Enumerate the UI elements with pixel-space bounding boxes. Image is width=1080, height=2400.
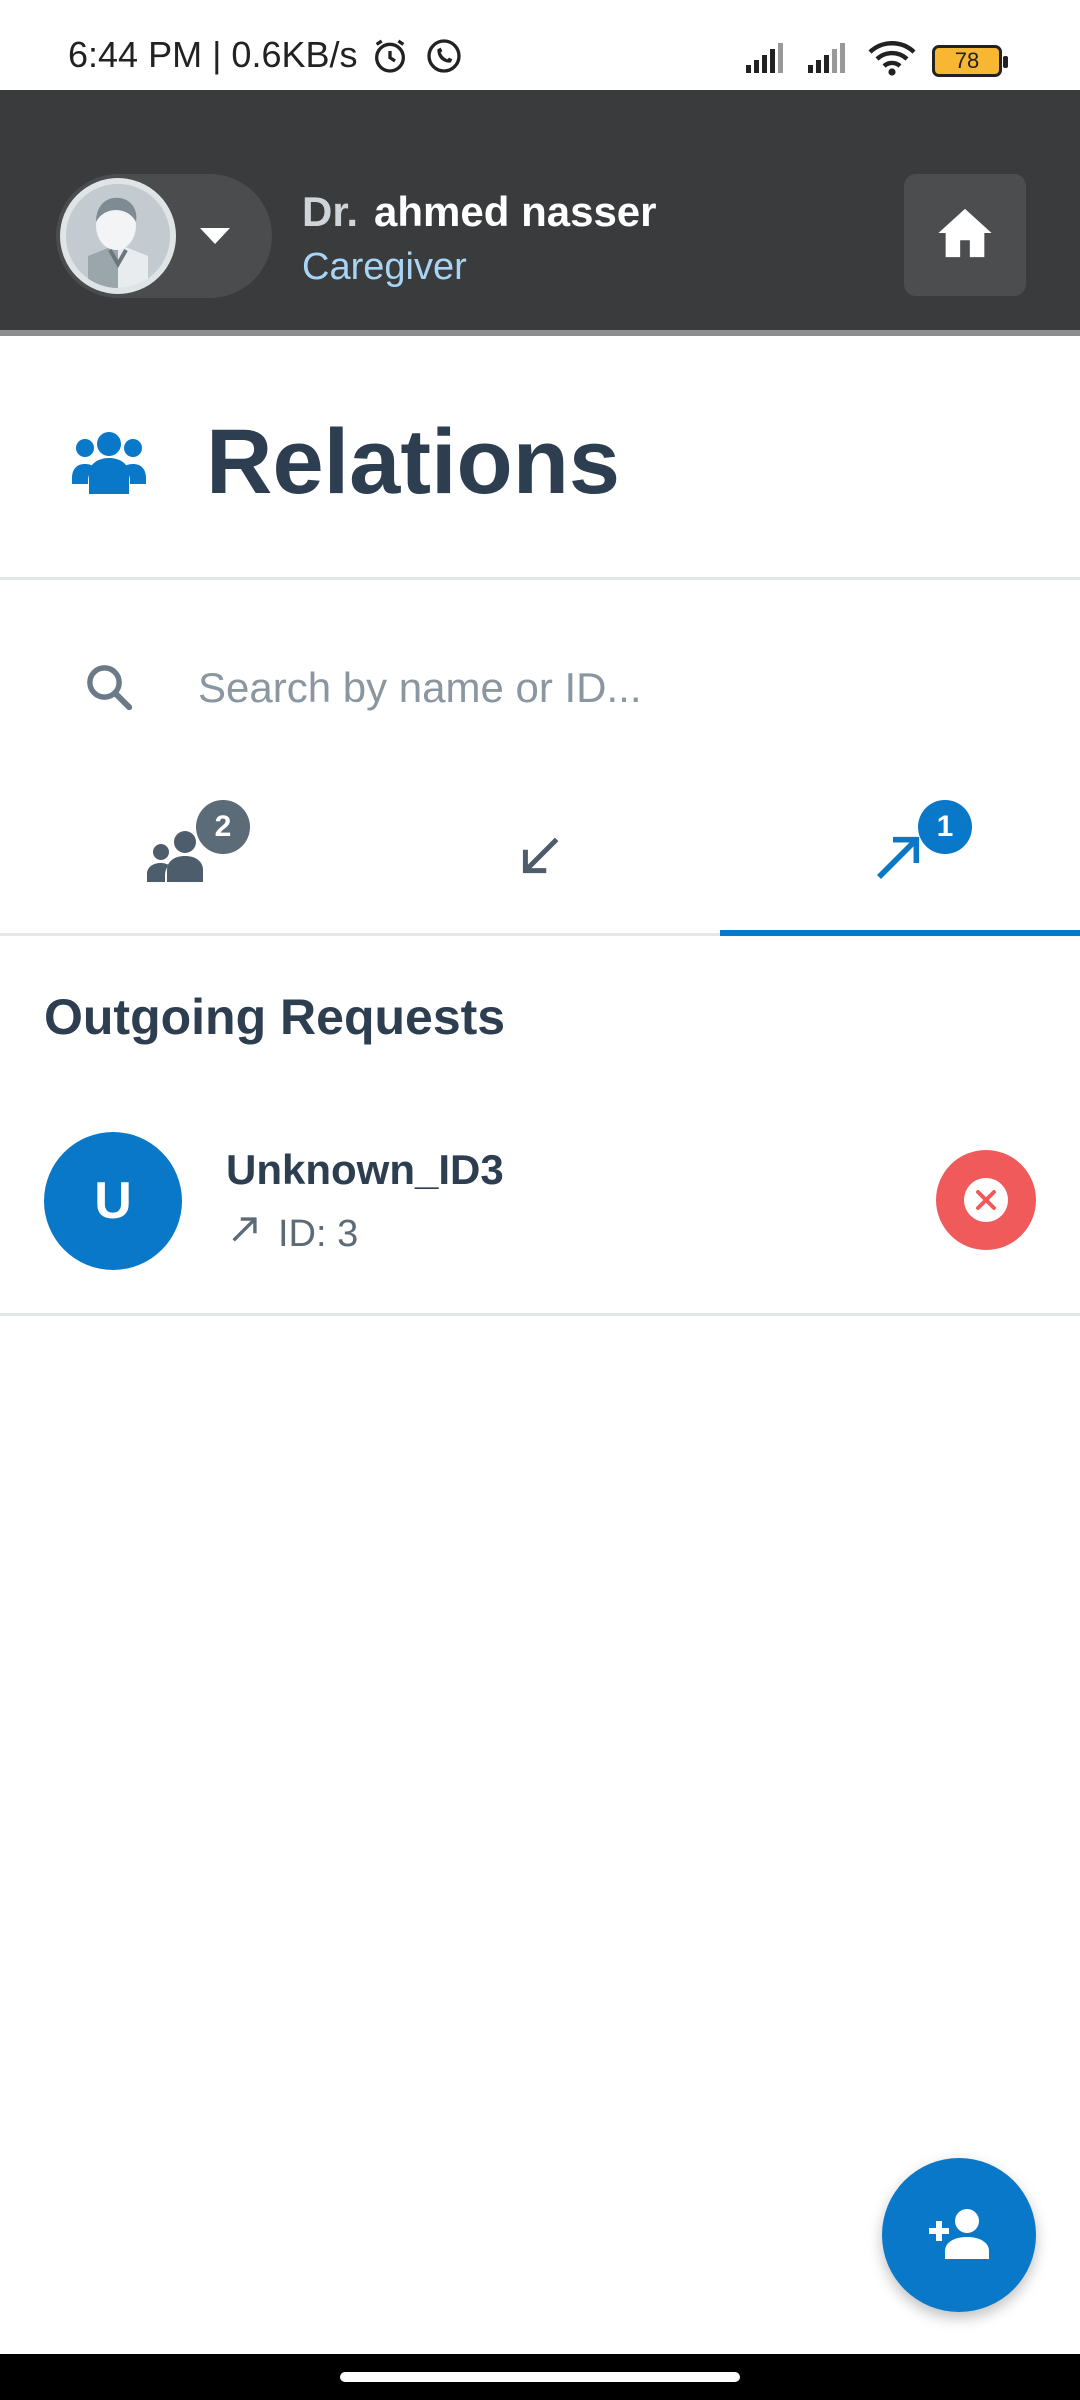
- search-input[interactable]: [196, 648, 1016, 728]
- relations-tabs: 2 1: [0, 780, 1080, 936]
- profile-menu-button[interactable]: [56, 174, 272, 298]
- home-gesture-handle[interactable]: [340, 2372, 740, 2382]
- tab-incoming[interactable]: [360, 780, 720, 936]
- system-nav-bar: [0, 2354, 1080, 2400]
- search-bar: [0, 620, 1080, 760]
- alarm-icon: [370, 36, 410, 81]
- status-icons-left: [370, 36, 464, 81]
- whatsapp-icon: [424, 36, 464, 81]
- page-title: Relations: [206, 411, 621, 513]
- signal-icon: [744, 43, 790, 78]
- signal-icon: [806, 43, 852, 78]
- user-role: Caregiver: [302, 246, 467, 288]
- cancel-request-button[interactable]: [936, 1150, 1036, 1250]
- search-icon: [82, 660, 136, 719]
- tab-relations[interactable]: 2: [0, 780, 360, 936]
- user-name-line: Dr. ahmed nasser: [302, 188, 657, 236]
- wifi-icon: [868, 40, 916, 81]
- user-name: ahmed nasser: [374, 188, 657, 235]
- users-group-icon: [72, 428, 146, 499]
- outgoing-arrow-icon: [228, 1212, 262, 1256]
- section-title: Outgoing Requests: [44, 989, 506, 1045]
- outgoing-count-badge: 1: [918, 800, 972, 854]
- tab-outgoing[interactable]: 1: [720, 780, 1080, 936]
- battery-icon: 78: [932, 44, 1008, 77]
- doctor-avatar-icon: [60, 178, 176, 294]
- app-header: Dr. ahmed nasser Caregiver: [0, 90, 1080, 336]
- request-id-row: ID: 3: [228, 1212, 358, 1256]
- home-icon: [936, 206, 994, 265]
- close-icon: [964, 1178, 1008, 1222]
- add-user-button[interactable]: [882, 2158, 1036, 2312]
- status-bar: 6:44 PM | 0.6KB/s 78: [0, 0, 1080, 90]
- request-name: Unknown_ID3: [226, 1146, 504, 1193]
- add-user-icon: [925, 2207, 993, 2264]
- page-header: Relations: [0, 336, 1080, 580]
- battery-level: 78: [954, 47, 980, 73]
- home-button[interactable]: [904, 174, 1026, 296]
- avatar: U: [44, 1132, 182, 1270]
- request-id: ID: 3: [278, 1212, 359, 1255]
- list-item[interactable]: U Unknown_ID3 ID: 3: [0, 1100, 1080, 1316]
- tab-active-indicator: [720, 930, 1080, 936]
- user-title-prefix: Dr.: [302, 188, 359, 235]
- incoming-arrow-icon: [515, 831, 565, 886]
- status-icons-right: 78: [744, 40, 1008, 81]
- relations-count-badge: 2: [196, 800, 250, 854]
- status-time: 6:44 PM | 0.6KB/s: [68, 34, 358, 75]
- chevron-down-icon: [200, 228, 230, 244]
